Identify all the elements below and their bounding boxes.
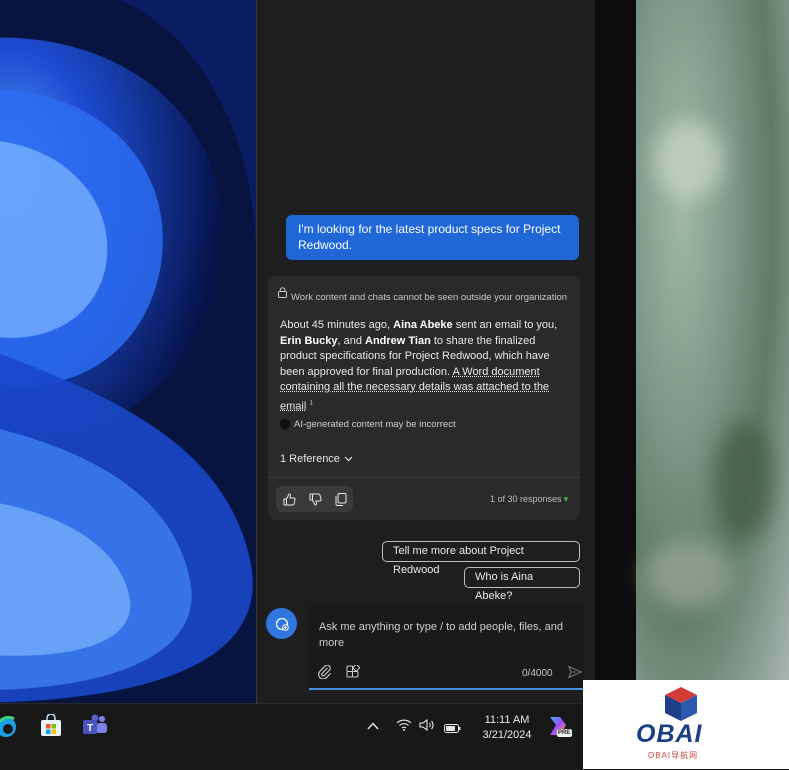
response-counter-text: 1 of 30 responses [490, 494, 562, 504]
battery-button[interactable] [444, 721, 461, 736]
store-taskbar-button[interactable] [39, 713, 63, 740]
preview-badge: PRE [558, 730, 571, 736]
thumbs-down-button[interactable] [309, 493, 322, 506]
citation-marker[interactable]: 1 [309, 400, 313, 407]
ai-disclaimer-text: AI-generated content may be incorrect [294, 419, 456, 430]
person-erin: Erin Bucky [280, 334, 338, 347]
show-hidden-icons-button[interactable] [367, 718, 379, 733]
status-dot-icon: ▾ [563, 494, 569, 504]
desktop-wallpaper [0, 0, 256, 703]
watermark-title: OBAI [636, 720, 703, 748]
response-text: About 45 minutes ago, Aina Abeke sent an… [280, 318, 570, 415]
response-part1: About 45 minutes ago, [280, 319, 394, 331]
person-aina: Aina Abeke [393, 319, 453, 331]
chevron-up-icon [367, 722, 379, 730]
plugins-button[interactable] [346, 664, 360, 684]
feedback-actions [276, 486, 353, 512]
shield-icon [280, 419, 290, 430]
chevron-down-icon [344, 456, 353, 462]
wifi-icon [396, 719, 412, 731]
send-button[interactable] [568, 665, 583, 684]
plugins-grid-icon [346, 664, 360, 678]
new-chat-button[interactable] [266, 608, 297, 639]
teams-taskbar-button[interactable]: T [82, 714, 107, 740]
suggestion-chip-aina-abeke[interactable]: Who is Aina Abeke? [464, 567, 580, 602]
privacy-note: Work content and chats cannot be seen ou… [278, 287, 567, 303]
response-part2: sent an email to you, [452, 319, 558, 331]
teams-icon: T [83, 714, 107, 734]
card-divider [268, 477, 580, 478]
user-message-bubble: I'm looking for the latest product specs… [286, 215, 579, 260]
thumbs-down-icon [309, 493, 322, 506]
network-button[interactable] [396, 719, 412, 734]
copilot-taskbar-button[interactable]: PRE [546, 713, 576, 739]
edge-taskbar-button[interactable] [0, 715, 24, 742]
paperclip-icon [318, 664, 331, 680]
volume-button[interactable] [419, 718, 436, 734]
chat-input-placeholder[interactable]: Ask me anything or type / to add people,… [319, 620, 574, 651]
thumbs-up-button[interactable] [283, 492, 296, 506]
background-window [594, 0, 789, 680]
person-andrew: Andrew Tian [365, 334, 431, 347]
character-count: 0/4000 [522, 668, 553, 679]
user-message-text: I'm looking for the latest product specs… [298, 222, 561, 252]
microsoft-store-icon [41, 713, 61, 736]
attach-button[interactable] [318, 664, 332, 684]
edge-icon [0, 715, 16, 737]
speaker-icon [419, 718, 434, 732]
send-icon [568, 665, 583, 679]
privacy-note-text: Work content and chats cannot be seen ou… [291, 292, 568, 303]
response-counter: 1 of 30 responses ▾ [490, 494, 568, 505]
clock-button[interactable]: 11:11 AM 3/21/2024 [474, 713, 540, 743]
watermark-subtitle: OBAI导航网 [648, 751, 699, 760]
response-part3: , and [337, 334, 365, 347]
battery-icon [444, 724, 461, 733]
ai-disclaimer: AI-generated content may be incorrect [280, 419, 456, 430]
lock-icon [278, 287, 287, 298]
chat-plus-icon [275, 617, 289, 631]
thumbs-up-icon [283, 492, 296, 505]
references-label: 1 Reference [280, 453, 340, 465]
clock-date: 3/21/2024 [482, 729, 532, 741]
clock-time: 11:11 AM [484, 714, 530, 726]
suggestion-chip-project-redwood[interactable]: Tell me more about Project Redwood [382, 541, 580, 576]
svg-text:T: T [87, 723, 93, 734]
references-toggle[interactable]: 1 Reference [280, 453, 353, 465]
copy-button[interactable] [335, 492, 347, 506]
cube-logo-icon [665, 687, 697, 721]
copy-icon [335, 492, 346, 506]
